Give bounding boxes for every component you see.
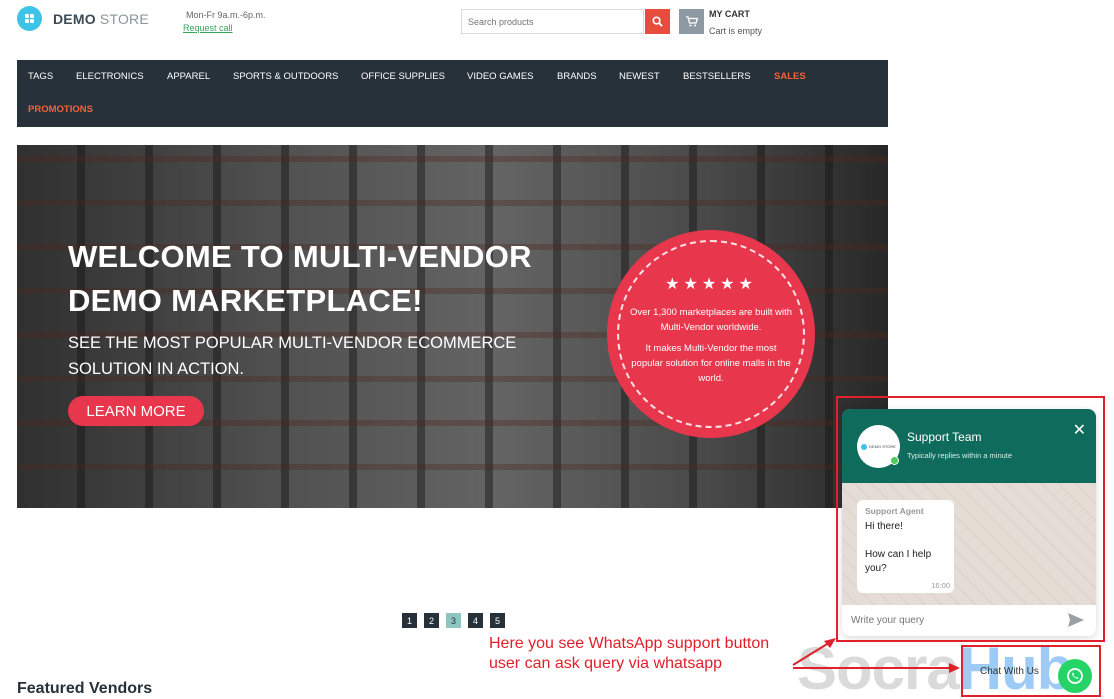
nav-item-promotions[interactable]: PROMOTIONS — [28, 104, 93, 115]
cart-title[interactable]: MY CART — [709, 9, 750, 19]
cart-button[interactable] — [679, 9, 704, 34]
business-hours: Mon-Fr 9a.m.-6p.m. — [186, 10, 266, 20]
highlight-chat-button — [961, 645, 1101, 697]
nav-item-tags[interactable]: TAGS — [28, 71, 53, 82]
page-button-1[interactable]: 1 — [402, 613, 417, 628]
banner-title: WELCOME TO MULTI-VENDOR DEMO MARKETPLACE… — [68, 239, 532, 318]
cart-icon — [685, 16, 698, 27]
nav-item-sports-outdoors[interactable]: SPORTS & OUTDOORS — [233, 71, 338, 82]
badge-text: Over 1,300 marketplaces are built with M… — [629, 307, 793, 384]
nav-item-video-games[interactable]: VIDEO GAMES — [467, 71, 534, 82]
request-call-link[interactable]: Request call — [183, 23, 233, 33]
nav-item-apparel[interactable]: APPAREL — [167, 71, 210, 82]
nav-item-electronics[interactable]: ELECTRONICS — [76, 71, 144, 82]
page-button-5[interactable]: 5 — [490, 613, 505, 628]
cart-status: Cart is empty — [709, 26, 763, 36]
nav-item-sales[interactable]: SALES — [774, 71, 806, 82]
page-button-4[interactable]: 4 — [468, 613, 483, 628]
main-navigation: TAGS ELECTRONICS APPAREL SPORTS & OUTDOO… — [17, 60, 888, 127]
search-icon — [652, 16, 663, 27]
page-button-2[interactable]: 2 — [424, 613, 439, 628]
promo-badge: ★★★★★ Over 1,300 marketplaces are built … — [607, 230, 815, 438]
annotation-text: Here you see WhatsApp support button use… — [489, 635, 770, 672]
slider-pagination: 1 2 3 4 5 — [402, 613, 505, 628]
logo-icon — [17, 6, 42, 31]
store-logo[interactable]: DEMO STORE — [17, 6, 149, 31]
learn-more-button[interactable]: LEARN MORE — [68, 396, 204, 426]
nav-item-bestsellers[interactable]: BESTSELLERS — [683, 71, 751, 82]
logo-text: DEMO STORE — [53, 10, 149, 27]
highlight-chat-widget — [836, 396, 1105, 642]
hero-banner[interactable]: WELCOME TO MULTI-VENDOR DEMO MARKETPLACE… — [17, 145, 888, 508]
page-button-3[interactable]: 3 — [446, 613, 461, 628]
search-button[interactable] — [645, 9, 670, 34]
search-input[interactable] — [461, 9, 644, 34]
nav-item-newest[interactable]: NEWEST — [619, 71, 660, 82]
featured-vendors-heading: Featured Vendors — [17, 680, 153, 697]
nav-item-office-supplies[interactable]: OFFICE SUPPLIES — [361, 71, 445, 82]
star-rating-icon: ★★★★★ — [665, 276, 757, 293]
nav-item-brands[interactable]: BRANDS — [557, 71, 597, 82]
banner-subtitle: SEE THE MOST POPULAR MULTI-VENDOR ECOMME… — [68, 334, 517, 378]
